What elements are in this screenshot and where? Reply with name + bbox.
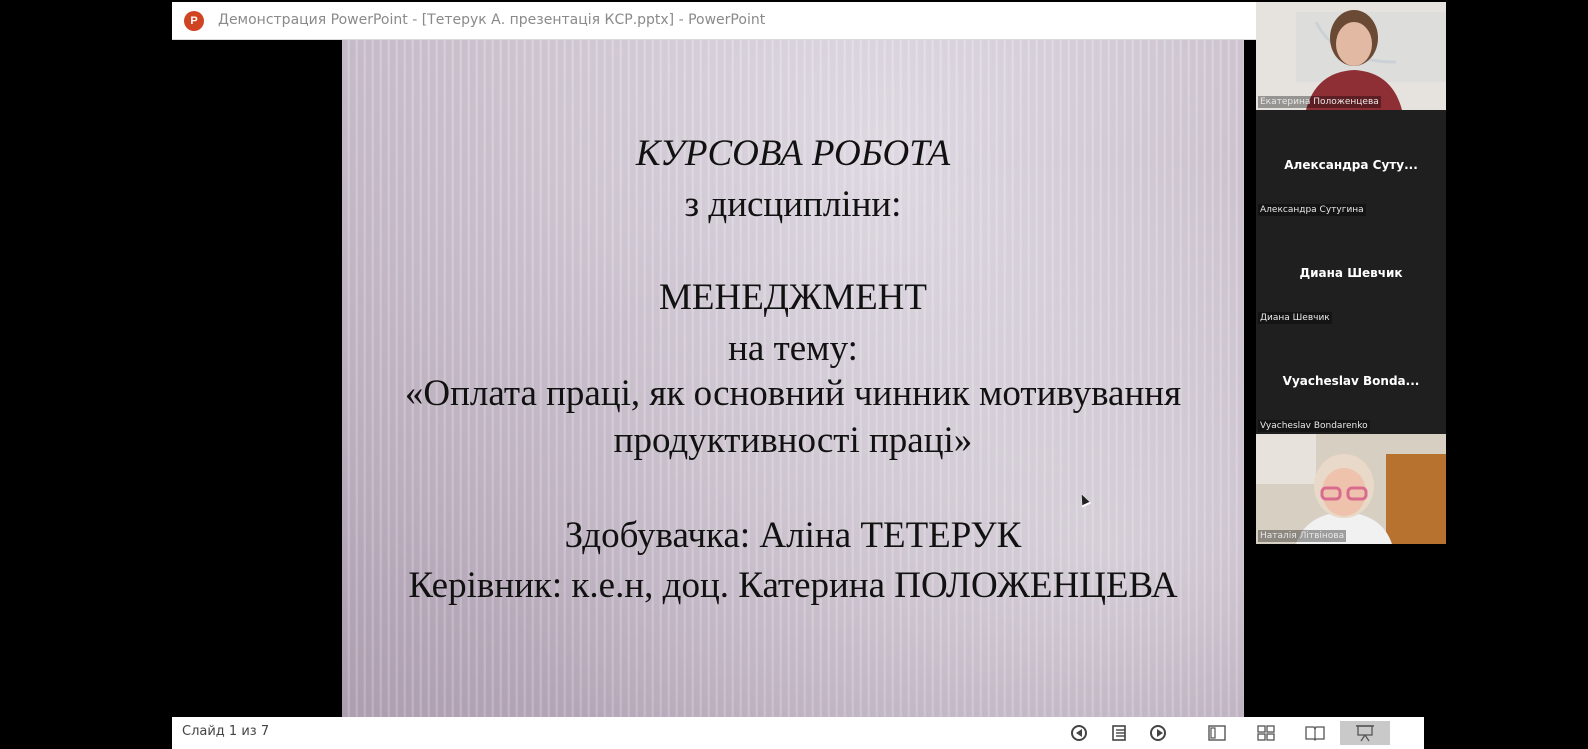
slide-heading: КУРСОВА РОБОТА <box>635 133 951 174</box>
slide-supervisor: Керівник: к.е.н, доц. Катерина ПОЛОЖЕНЦЕ… <box>408 565 1178 606</box>
participant-tile[interactable]: Екатерина Положенцева <box>1256 2 1446 110</box>
slide-area[interactable]: КУРСОВА РОБОТА з дисципліни: МЕНЕДЖМЕНТ … <box>172 40 1424 717</box>
participant-display-name: Диана Шевчик <box>1299 266 1403 280</box>
slide-counter: Слайд 1 из 7 <box>182 724 270 739</box>
participant-display-name: Александра Суту... <box>1284 158 1418 172</box>
slide-sorter-button[interactable] <box>1253 721 1279 745</box>
participant-video <box>1256 2 1446 110</box>
participant-name: Наталія Літвінова <box>1258 530 1347 542</box>
participant-name: Екатерина Положенцева <box>1258 96 1381 108</box>
participant-tile[interactable]: Александра Суту... Александра Сутугина <box>1256 110 1446 218</box>
participants-panel: Екатерина Положенцева Александра Суту...… <box>1256 2 1446 544</box>
participant-display-name: Vyacheslav Bonda... <box>1282 374 1420 388</box>
powerpoint-icon: P <box>184 11 208 31</box>
reading-view-icon <box>1305 726 1325 741</box>
title-bar: P Демонстрация PowerPoint - [Тетерук А. … <box>172 2 1424 40</box>
participant-tile[interactable]: Vyacheslav Bonda... Vyacheslav Bondarenk… <box>1256 326 1446 434</box>
reading-view-button[interactable] <box>1302 721 1328 745</box>
slide-list-icon <box>1112 725 1126 741</box>
slide-topic-label: на тему: <box>728 328 858 369</box>
normal-view-button[interactable] <box>1204 721 1230 745</box>
next-icon <box>1150 725 1166 741</box>
participant-name: Александра Сутугина <box>1258 204 1366 216</box>
slide-sorter-icon <box>1257 725 1275 741</box>
next-slide-button[interactable] <box>1145 721 1171 745</box>
previous-icon <box>1071 725 1087 741</box>
slide-student: Здобувачка: Аліна ТЕТЕРУК <box>564 515 1022 556</box>
slide-discipline: МЕНЕДЖМЕНТ <box>658 277 928 318</box>
slideshow-button[interactable] <box>1340 721 1390 745</box>
window-title: Демонстрация PowerPoint - [Тетерук А. пр… <box>218 12 766 28</box>
slide-discipline-label: з дисципліни: <box>684 184 902 225</box>
normal-view-icon <box>1208 725 1226 741</box>
powerpoint-window: P Демонстрация PowerPoint - [Тетерук А. … <box>172 2 1424 749</box>
slide[interactable]: КУРСОВА РОБОТА з дисципліни: МЕНЕДЖМЕНТ … <box>342 40 1244 717</box>
status-bar: Слайд 1 из 7 <box>172 717 1424 749</box>
slideshow-icon <box>1356 725 1374 742</box>
participant-video <box>1256 434 1446 544</box>
slide-list-button[interactable] <box>1106 721 1132 745</box>
previous-slide-button[interactable] <box>1066 721 1092 745</box>
slide-topic-line1: «Оплата праці, як основний чинник мотиву… <box>404 373 1182 414</box>
participant-tile[interactable]: Диана Шевчик Диана Шевчик <box>1256 218 1446 326</box>
slide-topic-line2: продуктивності праці» <box>613 420 973 461</box>
participant-tile[interactable]: Наталія Літвінова <box>1256 434 1446 544</box>
participant-name: Диана Шевчик <box>1258 312 1332 324</box>
participant-name: Vyacheslav Bondarenko <box>1258 420 1370 432</box>
